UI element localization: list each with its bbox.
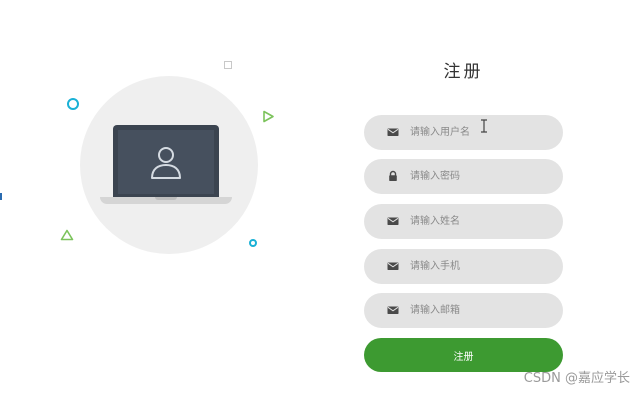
envelope-icon xyxy=(387,128,399,136)
decor-triangle-right-icon xyxy=(263,110,274,123)
username-field[interactable] xyxy=(364,115,563,150)
decor-circle-icon xyxy=(67,98,79,110)
laptop-notch xyxy=(155,197,177,200)
user-icon xyxy=(151,147,181,179)
phone-input[interactable] xyxy=(410,249,550,284)
envelope-icon xyxy=(387,262,399,270)
decor-triangle-up-icon xyxy=(60,229,74,241)
decor-dot-icon xyxy=(249,239,257,247)
password-field[interactable] xyxy=(364,159,563,194)
name-field[interactable] xyxy=(364,204,563,239)
decor-square-icon xyxy=(224,61,232,69)
form-title: 注册 xyxy=(443,62,484,82)
envelope-icon xyxy=(387,217,399,225)
lock-icon xyxy=(389,170,397,181)
watermark: CSDN @嘉应学长 xyxy=(523,371,630,386)
register-page: 注册 注册 xyxy=(0,0,644,394)
envelope-icon xyxy=(387,306,399,314)
name-input[interactable] xyxy=(410,204,550,239)
password-input[interactable] xyxy=(410,159,550,194)
email-field[interactable] xyxy=(364,293,563,328)
email-input[interactable] xyxy=(410,293,550,328)
phone-field[interactable] xyxy=(364,249,563,284)
decor-edge-mark xyxy=(0,193,2,200)
text-cursor-icon xyxy=(481,119,487,133)
